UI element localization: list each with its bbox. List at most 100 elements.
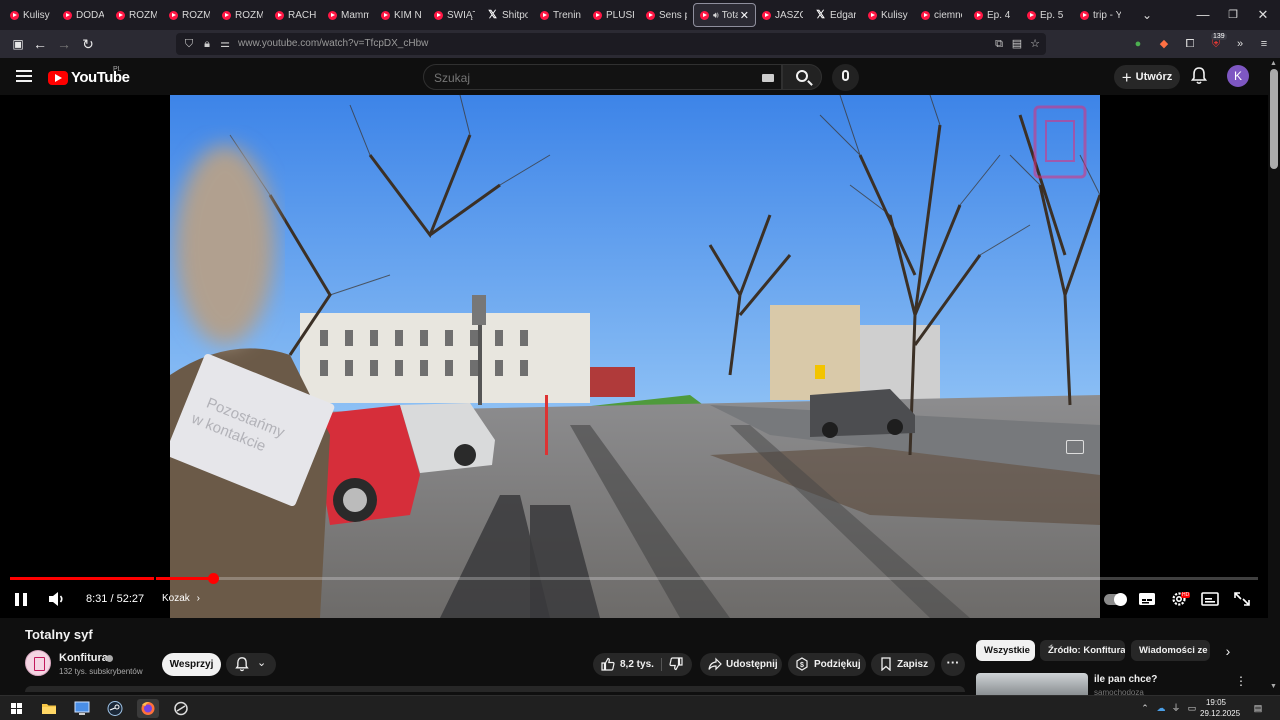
chip-all[interactable]: Wszystkie: [976, 640, 1035, 661]
account-avatar[interactable]: K: [1227, 65, 1249, 87]
notifications-icon[interactable]: ▤: [1252, 702, 1264, 714]
chip-news[interactable]: Wiadomości ze: [1131, 640, 1210, 661]
shield-icon[interactable]: ⛉: [182, 37, 196, 51]
subtitles-icon[interactable]: [1138, 591, 1156, 607]
progress-bar[interactable]: [10, 573, 1258, 584]
overflow-chevron-icon[interactable]: »: [1232, 36, 1248, 52]
voice-search-button[interactable]: [832, 64, 859, 91]
minimize-button[interactable]: —: [1194, 6, 1212, 24]
tab[interactable]: 𝕏 Edgar: [809, 3, 862, 27]
search-input[interactable]: [434, 71, 734, 85]
tray-cloud-icon[interactable]: ☁: [1155, 702, 1167, 714]
volume-icon[interactable]: [48, 591, 66, 607]
thanks-button[interactable]: $ Podziękuj: [788, 653, 866, 676]
fullscreen-overlay-icon[interactable]: [1066, 440, 1084, 454]
notifications-bell-icon[interactable]: [1191, 67, 1207, 85]
search-box[interactable]: [423, 64, 782, 90]
hamburger-menu-icon[interactable]: [16, 70, 32, 82]
reader-view-icon[interactable]: ▤: [1010, 37, 1024, 51]
recommendation-title[interactable]: ile pan chce?: [1094, 674, 1157, 685]
tab[interactable]: DODA: [57, 3, 110, 27]
firefox-icon[interactable]: [137, 699, 159, 718]
tab[interactable]: Ep. 5: [1021, 3, 1074, 27]
tab[interactable]: RACHU: [269, 3, 322, 27]
chevron-right-icon: ›: [196, 593, 200, 604]
pause-button[interactable]: [15, 593, 27, 606]
fullscreen-icon[interactable]: [1233, 591, 1251, 607]
tray-network-icon[interactable]: ▭: [1186, 702, 1198, 714]
permissions-icon[interactable]: ⚌: [218, 37, 232, 51]
url-bar[interactable]: ⛉ 🔒︎ ⚌ www.youtube.com/watch?v=TfcpDX_cH…: [176, 33, 1046, 55]
file-explorer-icon[interactable]: [38, 699, 60, 718]
video-player[interactable]: Pozostańmy w kontakcie 8:31 / 52:27 Koza…: [0, 95, 1268, 618]
tab[interactable]: ROZM: [110, 3, 163, 27]
tab[interactable]: Trening: [534, 3, 587, 27]
create-button[interactable]: + Utwórz: [1114, 65, 1180, 89]
computer-icon[interactable]: [71, 699, 93, 718]
reload-button[interactable]: ↻: [78, 34, 98, 54]
tab-active[interactable]: 🔊︎Tota✕: [693, 3, 756, 27]
youtube-icon: [921, 10, 930, 20]
keyboard-icon[interactable]: [762, 74, 774, 82]
scroll-thumb[interactable]: [1270, 69, 1278, 169]
tab[interactable]: KIM N: [375, 3, 428, 27]
maximize-button[interactable]: ❐: [1224, 6, 1242, 24]
lock-icon[interactable]: 🔒︎: [200, 37, 214, 51]
sidebar-toggle-icon[interactable]: ▣: [8, 34, 28, 54]
extension-shield-icon[interactable]: ●: [1130, 36, 1146, 52]
scrubber-handle[interactable]: [207, 573, 219, 584]
taskbar-clock[interactable]: 19:05 29.12.2025: [1200, 697, 1240, 719]
channel-avatar[interactable]: [25, 650, 51, 676]
close-tab-icon[interactable]: ✕: [740, 9, 749, 22]
tab[interactable]: ROZM: [216, 3, 269, 27]
share-button[interactable]: Udostępnij: [700, 653, 782, 676]
tab[interactable]: Kulisy: [862, 3, 915, 27]
chip-source[interactable]: Źródło: Konfitura: [1040, 640, 1125, 661]
tab[interactable]: Ep. 4: [968, 3, 1021, 27]
chips-next-icon[interactable]: ›: [1222, 644, 1234, 658]
tab[interactable]: ROZM: [163, 3, 216, 27]
bookmark-star-icon[interactable]: ☆: [1028, 37, 1042, 51]
tab[interactable]: Sens p: [640, 3, 693, 27]
tray-usb-icon[interactable]: ⏚: [1170, 702, 1182, 714]
video-frame[interactable]: Pozostańmy w kontakcie: [170, 95, 1100, 618]
recommendation-thumbnail[interactable]: [976, 673, 1088, 695]
speaker-icon[interactable]: 🔊︎: [713, 10, 719, 21]
windows-start-icon[interactable]: [5, 699, 27, 718]
tab[interactable]: 𝕏 Shitpo: [481, 3, 534, 27]
app-icon[interactable]: [170, 699, 192, 718]
extension-fox-icon[interactable]: ◆: [1156, 36, 1172, 52]
more-actions-button[interactable]: ···: [941, 653, 965, 676]
scroll-down-arrow-icon[interactable]: ▼: [1270, 683, 1277, 690]
save-button[interactable]: Zapisz: [871, 653, 935, 676]
description-box[interactable]: [25, 686, 965, 692]
url-text[interactable]: www.youtube.com/watch?v=TfcpDX_cHbw: [238, 38, 428, 49]
tab[interactable]: Kulisy: [4, 3, 57, 27]
notification-settings-button[interactable]: ⌄: [226, 653, 276, 676]
forward-button[interactable]: →: [54, 34, 74, 54]
back-button[interactable]: ←: [30, 34, 50, 54]
tab[interactable]: JASZC: [756, 3, 809, 27]
dislike-button[interactable]: [662, 653, 692, 676]
tray-overflow-chevron-icon[interactable]: ⌃: [1139, 702, 1151, 714]
support-button[interactable]: Wesprzyj: [162, 653, 221, 676]
chapter-button[interactable]: Kozak ›: [162, 589, 200, 609]
steam-icon[interactable]: [104, 699, 126, 718]
channel-name[interactable]: Konfitura: [59, 652, 108, 664]
tab[interactable]: ŚWIĄT: [428, 3, 481, 27]
tab[interactable]: trip - Y: [1074, 3, 1127, 27]
tab[interactable]: PLUSK: [587, 3, 640, 27]
search-button[interactable]: [782, 64, 822, 90]
list-all-tabs-button[interactable]: ⌄: [1140, 8, 1154, 22]
tab[interactable]: ciemne: [915, 3, 968, 27]
extensions-puzzle-icon[interactable]: ⧠: [1182, 36, 1198, 52]
tab[interactable]: Mamm: [322, 3, 375, 27]
autoplay-toggle[interactable]: [1104, 593, 1127, 606]
like-button[interactable]: 8,2 tys.: [593, 653, 661, 676]
recommendation-menu-icon[interactable]: ⋮: [1235, 674, 1247, 688]
picture-in-picture-icon[interactable]: ⧉: [992, 37, 1006, 51]
app-menu-icon[interactable]: ≡: [1256, 36, 1272, 52]
scroll-up-arrow-icon[interactable]: ▲: [1270, 60, 1277, 67]
miniplayer-icon[interactable]: [1201, 591, 1219, 607]
close-window-button[interactable]: ✕: [1254, 6, 1272, 24]
